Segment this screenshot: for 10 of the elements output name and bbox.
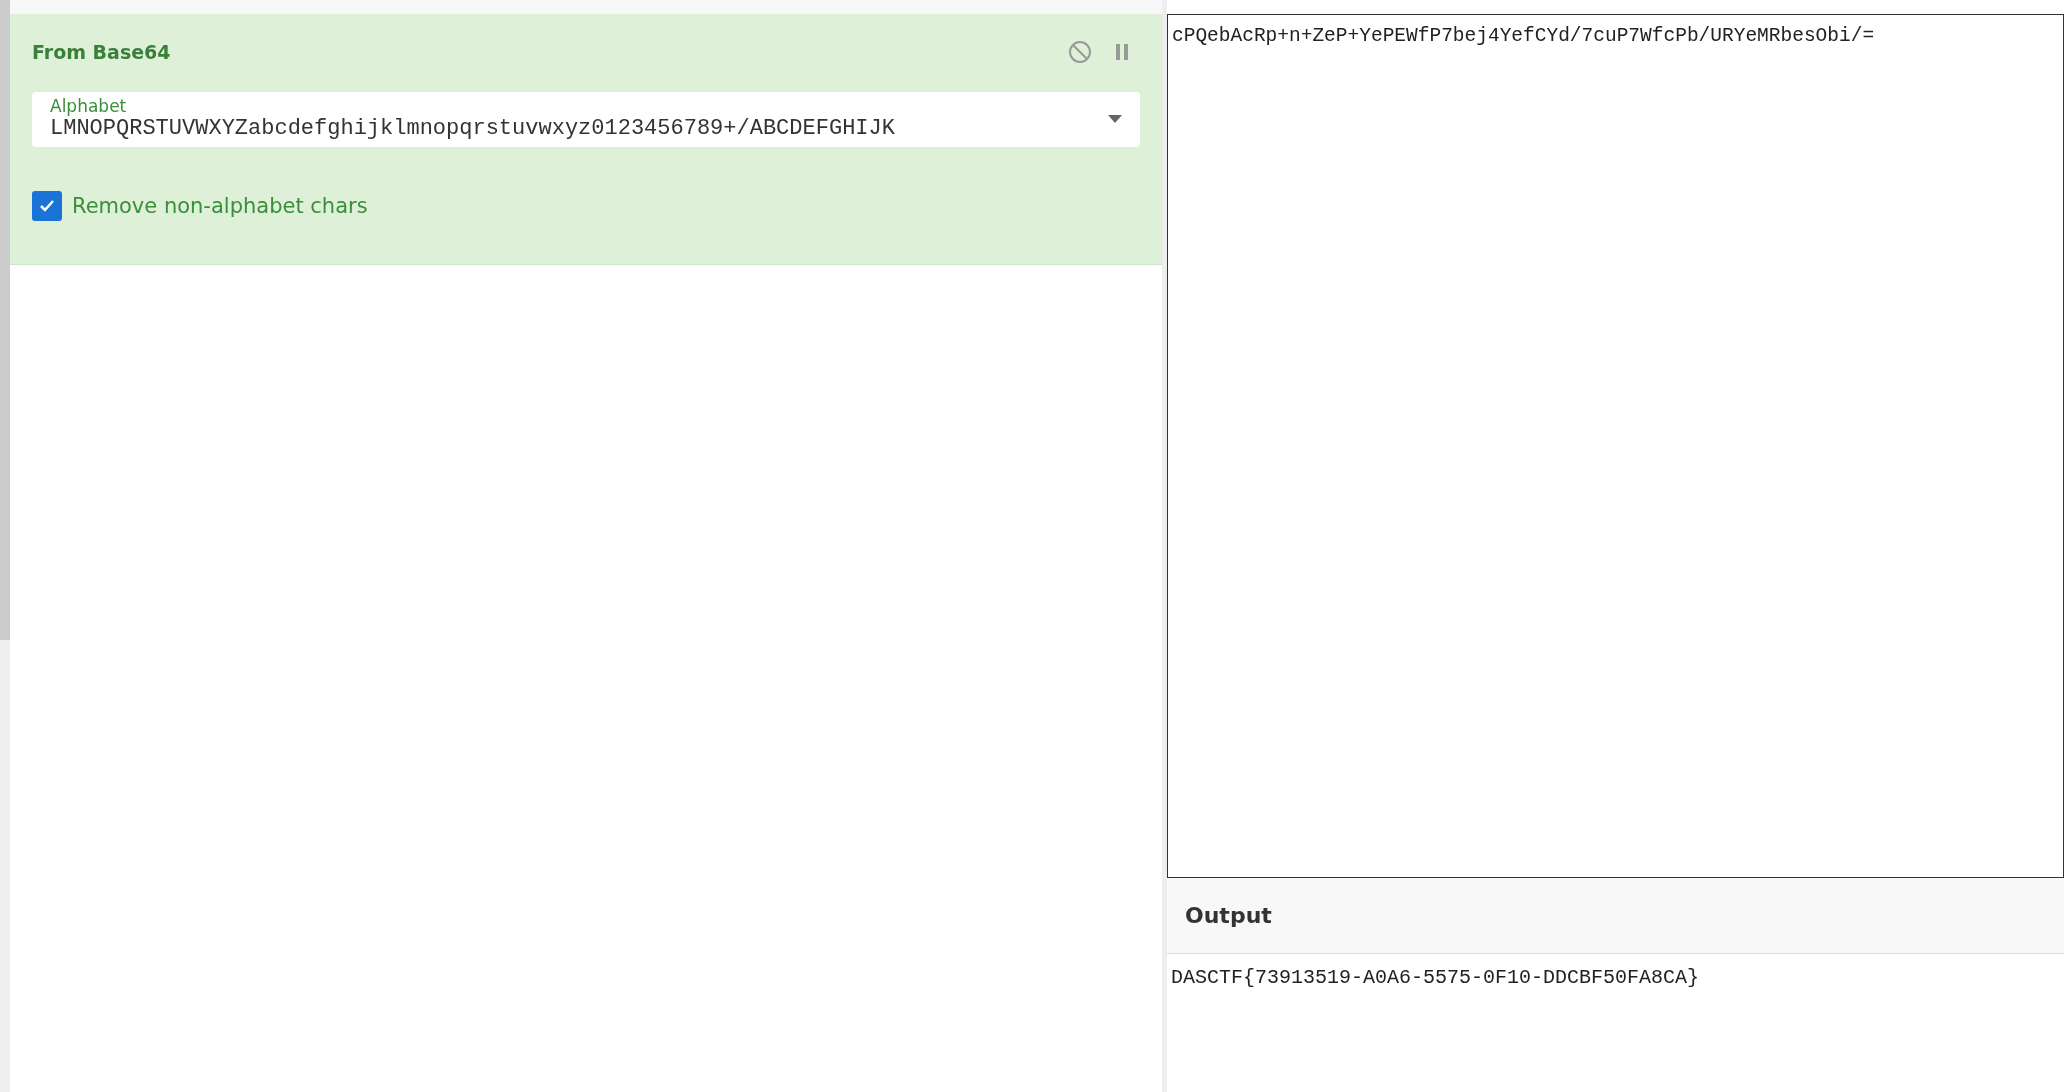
pause-icon[interactable] xyxy=(1114,42,1130,62)
operation-title: From Base64 xyxy=(32,41,171,63)
caret-icon xyxy=(1108,114,1122,123)
disable-icon[interactable] xyxy=(1068,40,1092,64)
checkbox[interactable] xyxy=(32,191,62,221)
checkbox-label: Remove non-alphabet chars xyxy=(72,194,368,218)
alphabet-dropdown[interactable]: Alphabet LMNOPQRSTUVWXYZabcdefghijklmnopqrstuvwxyz0123456789+/ABCDEFGHIJK xyxy=(32,92,1140,147)
input-field[interactable]: cPQebAcRp+n+ZeP+YePEWfP7bej4YefCYd/7cuP7WfcPb/URYeMRbesObi/= xyxy=(1167,14,2064,878)
output-text: DASCTF{73913519-A0A6-5575-0F10-DDCBF50FA8CA} xyxy=(1170,965,1701,991)
output-title: Output xyxy=(1185,903,1272,928)
